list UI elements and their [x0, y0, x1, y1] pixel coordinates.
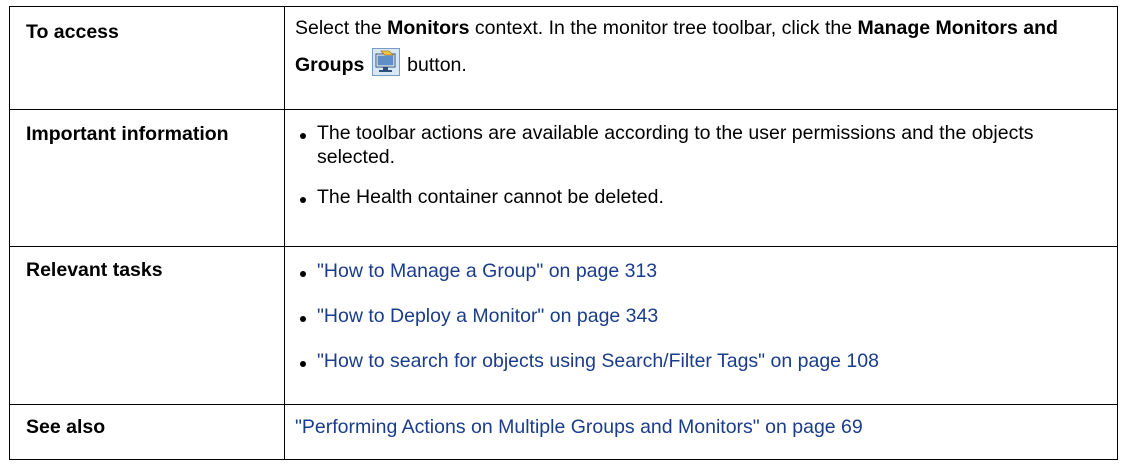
see-also-link[interactable]: "Performing Actions on Multiple Groups a…: [295, 416, 863, 438]
label-important-information: Important information: [9, 109, 285, 247]
content-to-access: Select the Monitors context. In the moni…: [284, 6, 1118, 110]
important-item: The Health container cannot be deleted.: [295, 185, 1099, 209]
task-list-item: "How to Manage a Group" on page 313: [295, 259, 1099, 283]
label-to-access: To access: [9, 6, 285, 110]
tasks-list: "How to Manage a Group" on page 313 "How…: [295, 259, 1099, 373]
access-text-1: Select the: [295, 17, 388, 39]
info-table: To access Select the Monitors context. I…: [9, 6, 1118, 460]
task-list-item: "How to Deploy a Monitor" on page 343: [295, 304, 1099, 328]
row-relevant-tasks: Relevant tasks "How to Manage a Group" o…: [9, 246, 1118, 405]
task-link-manage-group[interactable]: "How to Manage a Group" on page 313: [317, 260, 657, 282]
label-relevant-tasks: Relevant tasks: [9, 246, 285, 405]
task-link-deploy-monitor[interactable]: "How to Deploy a Monitor" on page 343: [317, 305, 658, 327]
access-instructions: Select the Monitors context. In the moni…: [295, 10, 1099, 84]
important-item: The toolbar actions are available accord…: [295, 121, 1099, 169]
monitors-context-name: Monitors: [387, 17, 470, 39]
task-link-search-objects[interactable]: "How to search for objects using Search/…: [317, 350, 879, 372]
content-important-information: The toolbar actions are available accord…: [284, 109, 1118, 247]
row-to-access: To access Select the Monitors context. I…: [9, 6, 1118, 110]
manage-monitors-and-groups-icon: [371, 48, 400, 76]
content-relevant-tasks: "How to Manage a Group" on page 313 "How…: [284, 246, 1118, 405]
label-see-also: See also: [9, 404, 285, 460]
content-see-also: "Performing Actions on Multiple Groups a…: [284, 404, 1118, 460]
access-text-2: context. In the monitor tree toolbar, cl…: [469, 17, 858, 39]
important-list: The toolbar actions are available accord…: [295, 121, 1099, 209]
row-see-also: See also "Performing Actions on Multiple…: [9, 404, 1118, 460]
access-text-3: button.: [401, 54, 467, 76]
row-important-information: Important information The toolbar action…: [9, 109, 1118, 247]
task-list-item: "How to search for objects using Search/…: [295, 349, 1099, 373]
